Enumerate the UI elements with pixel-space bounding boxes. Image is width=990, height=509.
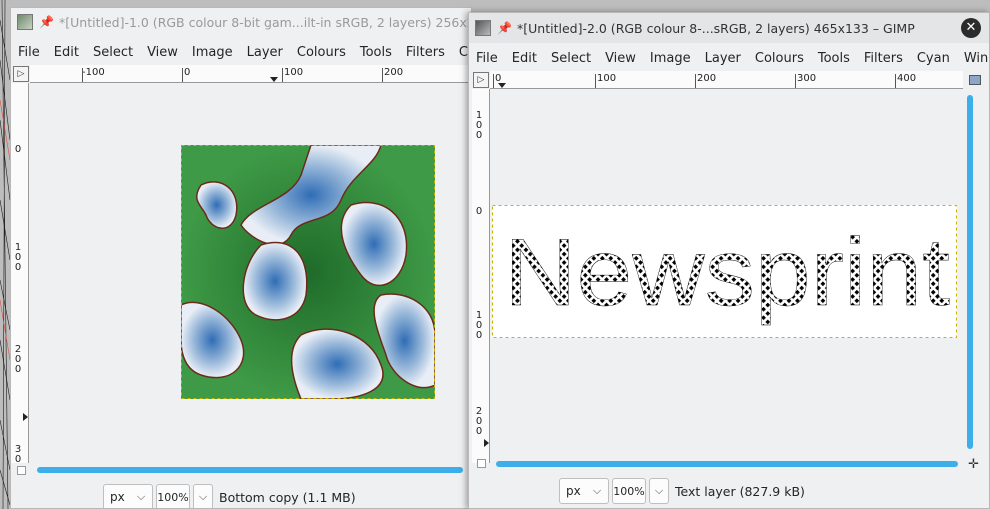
title-bar[interactable]: 📌 *[Untitled]-1.0 (RGB colour 8-bit gam.… <box>11 8 471 36</box>
quick-mask-toggle[interactable] <box>17 466 26 475</box>
vertical-ruler: 0 1 0 0 2 0 0 3 0 <box>11 83 29 465</box>
quick-mask-icon[interactable]: ▷ <box>13 66 29 82</box>
image-canvas[interactable] <box>30 83 471 463</box>
ruler-label: 0 <box>475 206 483 217</box>
ruler-label: 1 0 0 <box>14 242 22 273</box>
chevron-down-icon: ⌵ <box>654 484 664 497</box>
vertical-ruler: 1 0 0 0 1 0 0 2 0 0 <box>472 89 490 463</box>
zoom-value: 100% <box>613 484 645 498</box>
menu-filters[interactable]: Filters <box>399 45 452 60</box>
menu-edit[interactable]: Edit <box>47 45 86 60</box>
menu-tools[interactable]: Tools <box>811 51 857 66</box>
quick-mask-icon[interactable]: ▷ <box>473 72 489 88</box>
ruler-label: 0 <box>184 67 191 78</box>
ruler-label: 200 <box>384 67 404 78</box>
canvas-image-clouds <box>181 145 435 399</box>
gimp-app-icon <box>475 20 491 36</box>
zoom-input[interactable]: 100% <box>612 478 646 504</box>
navigate-icon[interactable]: ✛ <box>968 457 979 472</box>
ruler-label: 100 <box>284 67 304 78</box>
pin-icon[interactable]: 📌 <box>39 15 54 29</box>
ruler-label: 3 0 <box>14 444 22 465</box>
window-title: *[Untitled]-1.0 (RGB colour 8-bit gam...… <box>59 14 471 30</box>
menu-view[interactable]: View <box>598 51 643 66</box>
image-window-2: 📌 *[Untitled]-2.0 (RGB colour 8-...sRGB,… <box>468 12 990 509</box>
quick-mask-toggle[interactable] <box>477 459 486 468</box>
menu-view[interactable]: View <box>140 45 185 60</box>
menu-layer[interactable]: Layer <box>240 45 290 60</box>
ruler-label: 1 0 0 <box>475 310 483 341</box>
chevron-down-icon: ⌵ <box>136 490 146 503</box>
menu-bar: File Edit Select View Image Layer Colour… <box>11 41 471 63</box>
horizontal-ruler: -100 0 100 200 <box>30 65 471 83</box>
horizontal-ruler: 0 100 200 300 400 <box>490 71 963 89</box>
zoom-dropdown-button[interactable]: ⌵ <box>193 484 213 508</box>
status-bar: px ⌵ 100% ⌵ Text layer (827.9 kB) <box>559 478 805 504</box>
menu-windows[interactable]: Win <box>957 51 989 66</box>
close-icon[interactable]: ✕ <box>961 18 981 38</box>
zoom-image-icon[interactable] <box>969 75 981 85</box>
chevron-down-icon: ⌵ <box>592 484 602 497</box>
menu-file[interactable]: File <box>11 45 47 60</box>
menu-select[interactable]: Select <box>544 51 598 66</box>
menu-image[interactable]: Image <box>185 45 240 60</box>
ruler-label: 200 <box>697 73 717 84</box>
menu-colours[interactable]: Colours <box>290 45 353 60</box>
title-bar[interactable]: 📌 *[Untitled]-2.0 (RGB colour 8-...sRGB,… <box>469 13 989 43</box>
menu-edit[interactable]: Edit <box>505 51 544 66</box>
window-title: *[Untitled]-2.0 (RGB colour 8-...sRGB, 2… <box>517 20 915 36</box>
menu-cyan[interactable]: Cyan <box>910 51 957 66</box>
menu-layer[interactable]: Layer <box>698 51 748 66</box>
ruler-label: 300 <box>797 73 817 84</box>
menu-colours[interactable]: Colours <box>748 51 811 66</box>
vertical-scrollbar[interactable] <box>967 95 973 449</box>
layer-info: Text layer (827.9 kB) <box>675 483 805 499</box>
unit-value: px <box>110 490 125 504</box>
menu-filters[interactable]: Filters <box>857 51 910 66</box>
menu-image[interactable]: Image <box>643 51 698 66</box>
zoom-dropdown-button[interactable]: ⌵ <box>649 478 669 504</box>
menu-bar: File Edit Select View Image Layer Colour… <box>469 47 989 69</box>
ruler-label: 0 <box>14 144 22 155</box>
unit-value: px <box>566 484 581 498</box>
status-bar: px ⌵ 100% ⌵ Bottom copy (1.1 MB) <box>103 484 356 508</box>
horizontal-scrollbar[interactable] <box>37 467 463 473</box>
ruler-label: 2 0 0 <box>14 344 22 375</box>
menu-file[interactable]: File <box>469 51 505 66</box>
newsprint-text: Newsprint <box>504 219 950 326</box>
chevron-down-icon: ⌵ <box>198 490 208 503</box>
ruler-label: 2 0 0 <box>475 406 483 437</box>
canvas-image-newsprint: Newsprint <box>492 205 957 338</box>
menu-tools[interactable]: Tools <box>353 45 399 60</box>
horizontal-scrollbar[interactable] <box>496 461 958 467</box>
unit-selector[interactable]: px ⌵ <box>559 478 609 504</box>
layer-info: Bottom copy (1.1 MB) <box>219 489 356 505</box>
image-canvas[interactable]: Newsprint <box>490 89 957 463</box>
ruler-label: 400 <box>897 73 917 84</box>
pin-icon[interactable]: 📌 <box>497 21 512 35</box>
ruler-label: -100 <box>82 67 105 78</box>
zoom-value: 100% <box>157 490 189 504</box>
image-window-1: 📌 *[Untitled]-1.0 (RGB colour 8-bit gam.… <box>10 7 472 509</box>
ruler-label: 100 <box>597 73 617 84</box>
gimp-app-icon <box>17 14 33 30</box>
ruler-label: 1 0 0 <box>475 110 483 141</box>
zoom-input[interactable]: 100% <box>156 484 190 508</box>
menu-select[interactable]: Select <box>86 45 140 60</box>
unit-selector[interactable]: px ⌵ <box>103 484 153 508</box>
